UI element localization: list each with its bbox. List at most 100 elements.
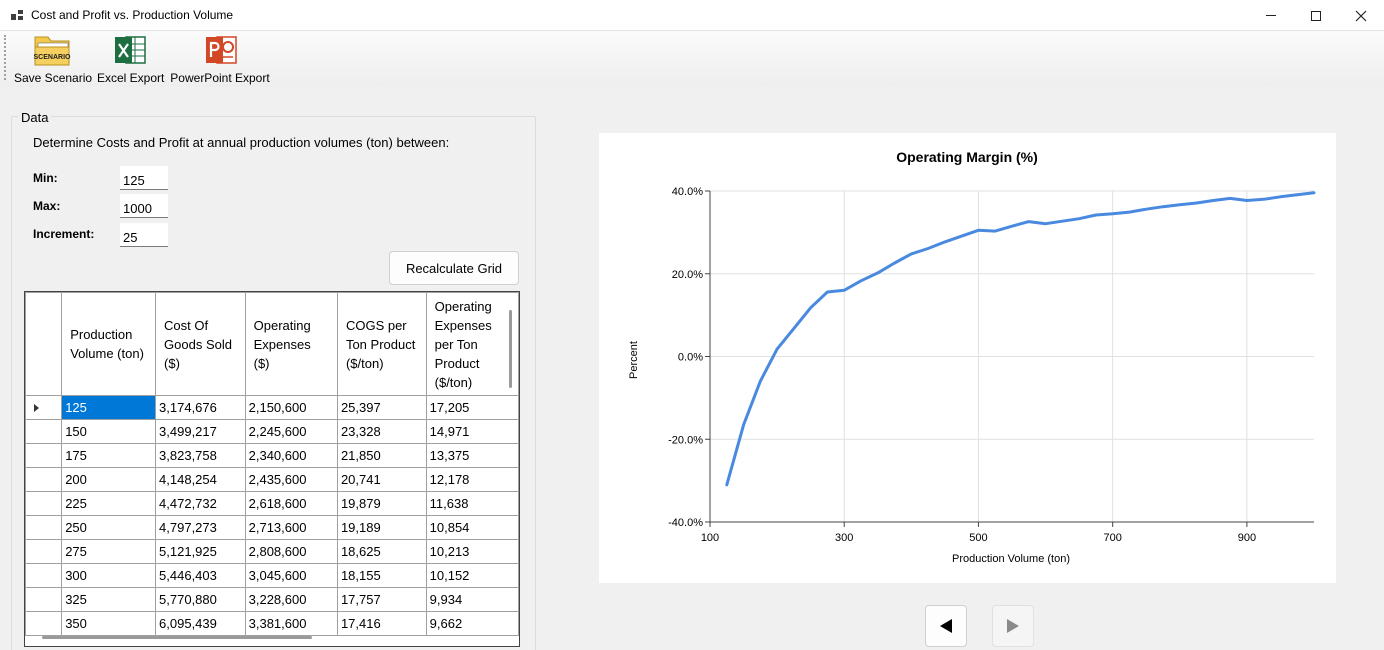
min-label: Min: [33, 171, 58, 185]
grid-cell[interactable]: 325 [61, 587, 157, 612]
save-scenario-button[interactable]: SCENARIO Save Scenario [14, 33, 92, 85]
grid-cell[interactable]: 19,879 [336, 491, 427, 516]
table-row[interactable]: 200 4,148,254 2,435,600 20,741 12,178 [25, 467, 519, 492]
grid-cell[interactable]: 3,228,600 [244, 587, 338, 612]
close-button[interactable] [1338, 0, 1384, 31]
grid-cell[interactable]: 6,095,439 [155, 611, 246, 636]
table-row[interactable]: 350 6,095,439 3,381,600 17,416 9,662 [25, 611, 519, 636]
toolbar-grip[interactable] [4, 35, 6, 80]
grid-cell[interactable]: 13,375 [425, 443, 519, 468]
excel-export-button[interactable]: Excel Export [97, 33, 164, 85]
grid-cell[interactable]: 11,638 [425, 491, 519, 516]
column-header[interactable]: Operating Expenses ($) [244, 292, 338, 396]
grid-cell[interactable]: 175 [61, 443, 157, 468]
grid-cell[interactable]: 18,155 [336, 563, 427, 588]
max-input[interactable] [120, 194, 168, 218]
grid-cell[interactable]: 10,152 [425, 563, 519, 588]
row-header[interactable] [25, 491, 63, 516]
row-header[interactable] [25, 515, 63, 540]
grid-vertical-scrollbar[interactable] [509, 310, 512, 388]
grid-cell[interactable]: 225 [61, 491, 157, 516]
grid-cell[interactable]: 275 [61, 539, 157, 564]
grid-cell[interactable]: 350 [61, 611, 157, 636]
table-row[interactable]: 175 3,823,758 2,340,600 21,850 13,375 [25, 443, 519, 468]
grid-cell[interactable]: 3,381,600 [244, 611, 338, 636]
increment-input[interactable] [120, 223, 168, 247]
column-header[interactable]: COGS per Ton Product ($/ton) [336, 292, 427, 396]
grid-cell[interactable]: 2,340,600 [244, 443, 338, 468]
grid-cell[interactable]: 25,397 [336, 395, 427, 420]
grid-cell[interactable]: 17,205 [425, 395, 519, 420]
grid-cell[interactable]: 23,328 [336, 419, 427, 444]
grid-cell[interactable]: 5,446,403 [155, 563, 246, 588]
maximize-button[interactable] [1293, 0, 1339, 31]
grid-cell[interactable]: 14,971 [425, 419, 519, 444]
column-header[interactable]: Operating Expenses per Ton Product ($/to… [425, 292, 519, 396]
table-row[interactable]: 150 3,499,217 2,245,600 23,328 14,971 [25, 419, 519, 444]
grid-cell[interactable]: 10,213 [425, 539, 519, 564]
grid-cell[interactable]: 17,416 [336, 611, 427, 636]
right-arrow-icon [1007, 619, 1019, 633]
grid-cell[interactable]: 4,472,732 [155, 491, 246, 516]
grid-cell[interactable]: 4,797,273 [155, 515, 246, 540]
current-row-indicator-icon [34, 404, 39, 412]
grid-cell[interactable]: 9,662 [425, 611, 519, 636]
min-input[interactable] [120, 166, 168, 190]
row-header[interactable] [25, 467, 63, 492]
grid-cell[interactable]: 125 [61, 395, 157, 420]
scenario-folder-icon: SCENARIO [33, 36, 71, 66]
row-header[interactable] [25, 563, 63, 588]
grid-cell[interactable]: 2,245,600 [244, 419, 338, 444]
previous-chart-button[interactable] [925, 605, 967, 647]
grid-cell[interactable]: 2,150,600 [244, 395, 338, 420]
row-header[interactable] [25, 611, 63, 636]
table-row[interactable]: 300 5,446,403 3,045,600 18,155 10,152 [25, 563, 519, 588]
grid-cell[interactable]: 300 [61, 563, 157, 588]
y-tick-label: 0.0% [678, 352, 703, 364]
grid-cell[interactable]: 2,618,600 [244, 491, 338, 516]
grid-cell[interactable]: 21,850 [336, 443, 427, 468]
next-chart-button[interactable] [992, 605, 1034, 647]
table-row[interactable]: 250 4,797,273 2,713,600 19,189 10,854 [25, 515, 519, 540]
grid-cell[interactable]: 4,148,254 [155, 467, 246, 492]
grid-cell[interactable]: 3,045,600 [244, 563, 338, 588]
scenario-icon-text: SCENARIO [33, 54, 71, 61]
column-header[interactable]: Cost Of Goods Sold ($) [155, 292, 246, 396]
powerpoint-export-button[interactable]: PowerPoint Export [170, 33, 270, 85]
grid-cell[interactable]: 3,823,758 [155, 443, 246, 468]
grid-cell[interactable]: 9,934 [425, 587, 519, 612]
grid-cell[interactable]: 150 [61, 419, 157, 444]
maximize-icon [1311, 10, 1321, 21]
recalculate-grid-button[interactable]: Recalculate Grid [389, 251, 519, 285]
row-header[interactable] [25, 419, 63, 444]
increment-label: Increment: [33, 227, 95, 241]
data-grid[interactable]: Production Volume (ton) Cost Of Goods So… [24, 291, 520, 647]
grid-cell[interactable]: 250 [61, 515, 157, 540]
grid-cell[interactable]: 17,757 [336, 587, 427, 612]
row-header[interactable] [25, 395, 63, 420]
grid-cell[interactable]: 18,625 [336, 539, 427, 564]
grid-cell[interactable]: 2,713,600 [244, 515, 338, 540]
grid-cell[interactable]: 10,854 [425, 515, 519, 540]
grid-cell[interactable]: 2,435,600 [244, 467, 338, 492]
grid-cell[interactable]: 3,499,217 [155, 419, 246, 444]
grid-cell[interactable]: 20,741 [336, 467, 427, 492]
grid-corner[interactable] [25, 292, 63, 396]
grid-cell[interactable]: 3,174,676 [155, 395, 246, 420]
table-row[interactable]: 325 5,770,880 3,228,600 17,757 9,934 [25, 587, 519, 612]
grid-cell[interactable]: 12,178 [425, 467, 519, 492]
column-header[interactable]: Production Volume (ton) [61, 292, 157, 396]
grid-horizontal-scrollbar[interactable] [42, 636, 312, 639]
table-row[interactable]: 225 4,472,732 2,618,600 19,879 11,638 [25, 491, 519, 516]
table-row[interactable]: 275 5,121,925 2,808,600 18,625 10,213 [25, 539, 519, 564]
grid-cell[interactable]: 19,189 [336, 515, 427, 540]
grid-cell[interactable]: 5,121,925 [155, 539, 246, 564]
grid-cell[interactable]: 5,770,880 [155, 587, 246, 612]
grid-cell[interactable]: 2,808,600 [244, 539, 338, 564]
minimize-button[interactable] [1248, 0, 1294, 31]
row-header[interactable] [25, 443, 63, 468]
table-row[interactable]: 125 3,174,676 2,150,600 25,397 17,205 [25, 395, 519, 420]
row-header[interactable] [25, 587, 63, 612]
row-header[interactable] [25, 539, 63, 564]
grid-cell[interactable]: 200 [61, 467, 157, 492]
